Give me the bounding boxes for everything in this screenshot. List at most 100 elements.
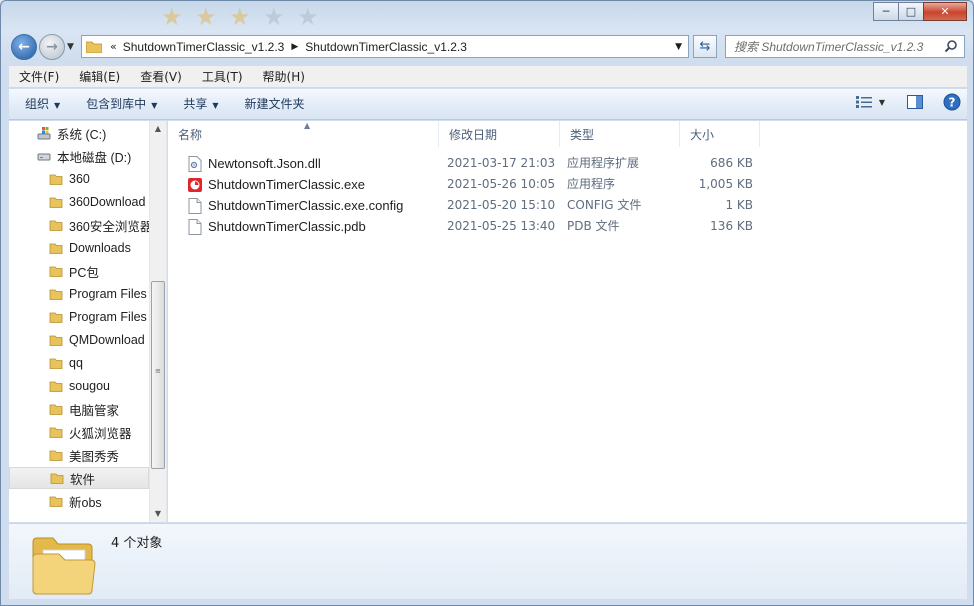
menu-tools[interactable]: 工具(T) bbox=[192, 66, 253, 88]
close-button[interactable]: ✕ bbox=[923, 2, 967, 21]
star-icon: ★ bbox=[297, 3, 319, 31]
tree-item-label: 系统 (C:) bbox=[57, 127, 107, 142]
file-icon bbox=[188, 218, 202, 235]
refresh-button[interactable]: ⇆ bbox=[693, 35, 717, 58]
search-input[interactable] bbox=[734, 39, 944, 54]
scroll-down-arrow-icon[interactable]: ▼ bbox=[150, 506, 166, 522]
organize-label: 组织 bbox=[25, 97, 50, 111]
address-dropdown[interactable]: ▼ bbox=[675, 42, 682, 52]
tree-item[interactable]: 360 bbox=[9, 168, 149, 190]
tree-item[interactable]: sougou bbox=[9, 375, 149, 397]
preview-pane-icon[interactable] bbox=[907, 95, 923, 109]
column-header-label: 大小 bbox=[690, 127, 715, 142]
tree-item-label: Program Files bbox=[69, 310, 147, 324]
tree-item[interactable]: Downloads bbox=[9, 237, 149, 259]
column-header-size[interactable]: 大小 bbox=[680, 121, 760, 147]
folder-icon bbox=[49, 404, 63, 415]
star-icon: ★ bbox=[263, 3, 285, 31]
table-row[interactable]: ShutdownTimerClassic.exe.config 2021-05-2… bbox=[178, 195, 938, 216]
file-date: 2021-05-26 10:05 bbox=[447, 177, 556, 191]
star-icon: ★ bbox=[229, 3, 251, 31]
background-blur: ★ ★ ★ ★ ★ bbox=[101, 1, 861, 31]
menu-edit[interactable]: 编辑(E) bbox=[69, 66, 130, 88]
menu-file[interactable]: 文件(F) bbox=[9, 66, 69, 88]
back-button[interactable]: ← bbox=[11, 34, 37, 60]
toolbar-right: ▼ ? bbox=[845, 93, 961, 111]
tree-item-label: PC包 bbox=[69, 265, 99, 280]
grip-icon: ≡ bbox=[155, 367, 161, 375]
menubar: 文件(F) 编辑(E) 查看(V) 工具(T) 帮助(H) bbox=[9, 66, 967, 88]
column-header-type[interactable]: 类型 bbox=[560, 121, 680, 147]
nav-scrollbar[interactable]: ▲ ≡ ▼ bbox=[149, 121, 166, 522]
tree-item[interactable]: 360Download bbox=[9, 191, 149, 213]
star-icon: ★ bbox=[195, 3, 217, 31]
scroll-up-arrow-icon[interactable]: ▲ bbox=[150, 121, 166, 137]
breadcrumb-item[interactable]: ShutdownTimerClassic_v1.2.3 bbox=[305, 40, 467, 54]
folder-icon bbox=[49, 381, 63, 392]
file-type: CONFIG 文件 bbox=[567, 198, 642, 212]
chevron-down-icon[interactable]: ▼ bbox=[879, 98, 885, 107]
tree-item-label: 本地磁盘 (D:) bbox=[57, 150, 132, 165]
maximize-button[interactable]: □ bbox=[898, 2, 924, 21]
tree-item[interactable]: Program Files bbox=[9, 283, 149, 305]
tree-item[interactable]: 美图秀秀 bbox=[9, 444, 149, 466]
tree-item[interactable]: 新obs bbox=[9, 490, 149, 512]
tree-item[interactable]: QMDownload bbox=[9, 329, 149, 351]
include-in-library-label: 包含到库中 bbox=[86, 97, 147, 111]
file-name-label: Newtonsoft.Json.dll bbox=[208, 156, 321, 171]
table-row[interactable]: ShutdownTimerClassic.pdb 2021-05-25 13:40… bbox=[178, 216, 938, 237]
tree-item-label: 360Download bbox=[69, 195, 146, 209]
drive-icon bbox=[37, 153, 51, 161]
folder-icon bbox=[49, 496, 63, 507]
tree-item[interactable]: 火狐浏览器 bbox=[9, 421, 149, 443]
tree-item[interactable]: 系统 (C:) bbox=[9, 122, 149, 144]
tree-item[interactable]: Program Files bbox=[9, 306, 149, 328]
tree-item[interactable]: 360安全浏览器 bbox=[9, 214, 152, 236]
scroll-thumb[interactable]: ≡ bbox=[151, 281, 165, 469]
folder-icon bbox=[49, 358, 63, 369]
column-header-date[interactable]: 修改日期 bbox=[439, 121, 560, 147]
table-row[interactable]: Newtonsoft.Json.dll 2021-03-17 21:03 应用程序扩… bbox=[178, 153, 938, 174]
minimize-button[interactable]: ─ bbox=[873, 2, 899, 21]
view-options-icon[interactable] bbox=[855, 95, 873, 109]
folder-icon bbox=[49, 266, 63, 277]
forward-button[interactable]: → bbox=[39, 34, 65, 60]
file-name: ShutdownTimerClassic.exe bbox=[188, 174, 365, 195]
file-name-label: ShutdownTimerClassic.pdb bbox=[208, 219, 366, 234]
help-icon[interactable]: ? bbox=[943, 93, 961, 111]
file-name-label: ShutdownTimerClassic.exe.config bbox=[208, 198, 404, 213]
chevron-down-icon: ▼ bbox=[212, 101, 219, 110]
folder-icon bbox=[49, 243, 63, 254]
folder-icon bbox=[49, 197, 63, 208]
star-icon: ★ bbox=[161, 3, 183, 31]
share-button[interactable]: 共享 ▼ bbox=[173, 91, 228, 117]
file-name-label: ShutdownTimerClassic.exe bbox=[208, 177, 366, 192]
file-icon bbox=[188, 197, 202, 214]
file-size: 686 KB bbox=[710, 156, 753, 170]
file-name: ShutdownTimerClassic.pdb bbox=[188, 216, 366, 237]
new-folder-button[interactable]: 新建文件夹 bbox=[235, 91, 315, 117]
file-date: 2021-03-17 21:03 bbox=[447, 156, 556, 170]
arrow-left-icon: ← bbox=[18, 39, 30, 55]
organize-button[interactable]: 组织 ▼ bbox=[15, 91, 70, 117]
address-bar[interactable]: « ShutdownTimerClassic_v1.2.3 ▶ Shutdown… bbox=[81, 35, 689, 58]
arrow-right-icon: → bbox=[46, 39, 58, 55]
tree-item[interactable]: 本地磁盘 (D:) bbox=[9, 145, 149, 167]
breadcrumb-overflow[interactable]: « bbox=[110, 40, 117, 53]
file-date: 2021-05-20 15:10 bbox=[447, 198, 556, 212]
menu-help[interactable]: 帮助(H) bbox=[253, 66, 315, 88]
tree-item[interactable]: PC包 bbox=[9, 260, 149, 282]
breadcrumb-chevron-icon[interactable]: ▶ bbox=[291, 42, 298, 52]
search-icon[interactable] bbox=[944, 39, 958, 53]
include-in-library-button[interactable]: 包含到库中 ▼ bbox=[76, 91, 167, 117]
tree-item[interactable]: qq bbox=[9, 352, 149, 374]
recent-pages-dropdown[interactable]: ▼ bbox=[67, 42, 74, 52]
tree-item[interactable]: 电脑管家 bbox=[9, 398, 149, 420]
tree-item[interactable]: 软件 bbox=[9, 467, 149, 489]
tree-item-label: 美图秀秀 bbox=[69, 449, 120, 464]
breadcrumb-item[interactable]: ShutdownTimerClassic_v1.2.3 bbox=[123, 40, 285, 54]
navigation-pane: 系统 (C:) 本地磁盘 (D:) 360 360Download 360安全浏览器 Do… bbox=[9, 121, 167, 522]
menu-view[interactable]: 查看(V) bbox=[130, 66, 192, 88]
file-size: 1 KB bbox=[725, 198, 753, 212]
table-row[interactable]: ShutdownTimerClassic.exe 2021-05-26 10:05… bbox=[178, 174, 938, 195]
